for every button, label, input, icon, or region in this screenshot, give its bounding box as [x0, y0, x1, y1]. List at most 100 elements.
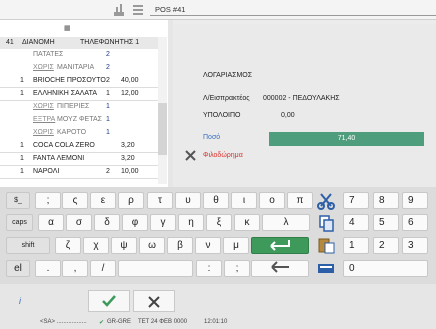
key[interactable]: δ: [94, 214, 120, 231]
lang-key[interactable]: el: [6, 260, 30, 277]
account-panel: ΛΟΓΑΡΙΑΣΜΟΣ Λ/Εισπρακτέος 000002 - ΠΕΔΟΥ…: [173, 20, 436, 187]
cash-drawer-icon[interactable]: [113, 3, 125, 17]
order-row[interactable]: ΧΩΡΙΣ ΠΙΠΕΡΙΕΣ 1: [0, 101, 158, 114]
numpad-key[interactable]: 6: [402, 214, 428, 231]
cancel-button[interactable]: [133, 290, 175, 312]
key[interactable]: φ: [122, 214, 148, 231]
numpad-key[interactable]: 1: [343, 237, 369, 254]
enter-key[interactable]: [251, 237, 309, 254]
row-count: 2: [106, 77, 110, 84]
key[interactable]: κ: [234, 214, 260, 231]
info-icon[interactable]: i: [19, 296, 21, 306]
row-count: 2: [106, 64, 110, 71]
key[interactable]: σ: [66, 214, 92, 231]
row-prefix: ΧΩΡΙΣ: [33, 103, 54, 110]
key[interactable]: ψ: [111, 237, 137, 254]
close-icon[interactable]: [185, 150, 196, 161]
numpad-key[interactable]: 2: [373, 237, 399, 254]
menu-icon[interactable]: [132, 4, 144, 16]
numpad-key[interactable]: 4: [343, 214, 369, 231]
key[interactable]: /: [90, 260, 116, 277]
numpad-key[interactable]: 7: [343, 192, 369, 209]
key[interactable]: .: [35, 260, 61, 277]
numpad-key[interactable]: 8: [373, 192, 399, 209]
key[interactable]: ε: [90, 192, 116, 209]
row-name: ΝΑΡΟΛΙ: [33, 168, 60, 175]
ok-button[interactable]: [88, 290, 130, 312]
numpad-key[interactable]: 3: [402, 237, 428, 254]
key[interactable]: ω: [139, 237, 165, 254]
order-row[interactable]: 1 ΝΑΡΟΛΙ 2 10,00: [0, 166, 158, 179]
order-row[interactable]: ΧΩΡΙΣ ΜΑΝΙΤΑΡΙΑ 2: [0, 62, 158, 75]
key[interactable]: θ: [203, 192, 229, 209]
row-prefix: ΧΩΡΙΣ: [33, 129, 54, 136]
order-row[interactable]: ΕΞΤΡΑ ΜΟΥΖ ΦΕΤΑΣ 1: [0, 114, 158, 127]
key[interactable]: β: [167, 237, 193, 254]
key[interactable]: ν: [195, 237, 221, 254]
order-scrollbar[interactable]: [158, 37, 167, 184]
row-price: 12,00: [121, 90, 139, 97]
key[interactable]: ς: [62, 192, 88, 209]
scroll-thumb[interactable]: [158, 103, 167, 155]
key[interactable]: γ: [150, 214, 176, 231]
key[interactable]: ι: [231, 192, 257, 209]
order-phone: ΤΗΛΕΦΩΝΗΤΗΣ 1: [80, 39, 140, 46]
keyboard-icon[interactable]: [317, 259, 335, 277]
key[interactable]: ζ: [55, 237, 81, 254]
order-header[interactable]: 41 ΔΙΑΝΟΜΗ ΤΗΛΕΦΩΝΗΤΗΣ 1: [0, 37, 158, 49]
numpad-key[interactable]: 5: [373, 214, 399, 231]
cancel-icon: [148, 296, 160, 308]
order-list: ▦ 41 ΔΙΑΝΟΜΗ ΤΗΛΕΦΩΝΗΤΗΣ 1 ΠΑΤΑΤΕΣ 2 ΧΩΡΙΣ…: [0, 20, 168, 187]
order-row[interactable]: ΧΩΡΙΣ ΚΑΡΟΤΟ 1: [0, 127, 158, 140]
status-bar: <SA> .................. ✔ GR-GRE ΤΕΤ 24 …: [0, 318, 436, 329]
copy-icon[interactable]: [317, 214, 335, 232]
numpad-key[interactable]: 9: [402, 192, 428, 209]
row-name: ΚΑΡΟΤΟ: [57, 129, 87, 136]
order-row[interactable]: ΠΑΤΑΤΕΣ 2: [0, 49, 158, 62]
key[interactable]: χ: [83, 237, 109, 254]
key[interactable]: ,: [62, 260, 88, 277]
tip-label[interactable]: Φιλοδώρημα: [203, 152, 243, 159]
key[interactable]: caps: [6, 214, 33, 231]
key[interactable]: η: [178, 214, 204, 231]
backspace-key[interactable]: [251, 260, 309, 277]
key[interactable]: ο: [259, 192, 285, 209]
amount-label: Ποσό: [203, 134, 221, 141]
key[interactable]: α: [38, 214, 64, 231]
order-row[interactable]: 1 ΕΛΛΗΝΙΚΗ ΣΑΛΑΤΑ 1 12,00: [0, 88, 158, 101]
key[interactable]: ;: [224, 260, 250, 277]
row-name: ΜΟΥΖ ΦΕΤΑΣ: [57, 116, 102, 123]
key[interactable]: μ: [223, 237, 249, 254]
numpad-key-zero[interactable]: 0: [343, 260, 428, 277]
collector-value[interactable]: 000002 - ΠΕΔΟΥΛΑΚΗΣ: [263, 95, 340, 102]
divider: [150, 15, 436, 16]
key[interactable]: ;: [35, 192, 61, 209]
space-key[interactable]: [118, 260, 193, 277]
key[interactable]: τ: [147, 192, 173, 209]
key[interactable]: shift: [6, 237, 50, 254]
row-name: FANTA ΛΕΜΟΝΙ: [33, 155, 85, 162]
key[interactable]: $_: [6, 192, 30, 209]
amount-field[interactable]: 71,40: [269, 132, 424, 146]
row-name: ΠΙΠΕΡΙΕΣ: [57, 103, 90, 110]
order-row[interactable]: 1 FANTA ΛΕΜΟΝΙ 3,20: [0, 153, 158, 166]
order-row[interactable]: 1 BRIOCHE ΠΡΟΣΟΥΤΟ 2 40,00: [0, 75, 158, 88]
row-price: 40,00: [121, 77, 139, 84]
key[interactable]: ξ: [206, 214, 232, 231]
key[interactable]: λ: [262, 214, 310, 231]
row-prefix: ΧΩΡΙΣ: [33, 64, 54, 71]
cut-icon[interactable]: [317, 192, 335, 210]
row-name: ΜΑΝΙΤΑΡΙΑ: [57, 64, 95, 71]
order-row[interactable]: 1 COCA COLA ZERO 3,20: [0, 140, 158, 153]
key[interactable]: :: [196, 260, 222, 277]
key[interactable]: ρ: [118, 192, 144, 209]
status-user: <SA> ..................: [40, 319, 87, 325]
top-bar: POS #41: [0, 0, 436, 20]
status-check-icon: ✔: [99, 320, 105, 326]
key[interactable]: π: [287, 192, 313, 209]
key[interactable]: υ: [175, 192, 201, 209]
row-qty: 1: [20, 142, 24, 149]
paste-icon[interactable]: [317, 236, 335, 254]
grid-icon[interactable]: ▦: [64, 24, 71, 32]
row-name: COCA COLA ZERO: [33, 142, 95, 149]
